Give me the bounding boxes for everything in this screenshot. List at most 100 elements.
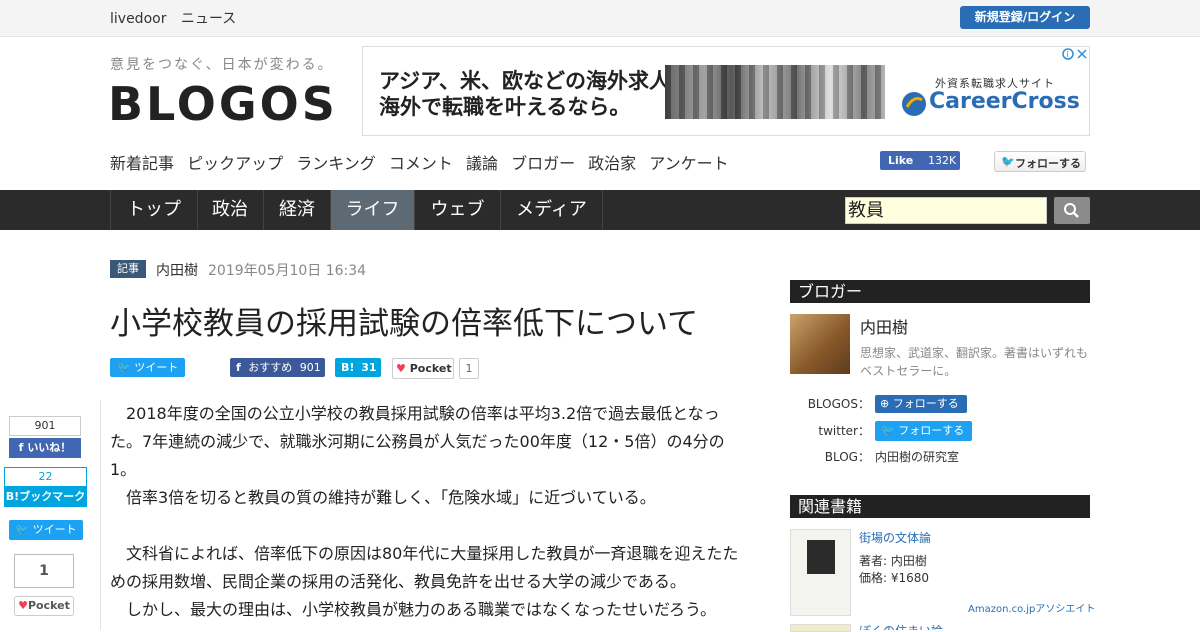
facebook-like-button[interactable]: Like 132K [880, 151, 960, 170]
book-title[interactable]: 街場の文体論 [859, 529, 931, 546]
pocket-button[interactable]: ♥ Pocket [392, 358, 454, 379]
site-logo[interactable]: BLOGOS [108, 76, 338, 132]
book-cover-image [807, 540, 835, 574]
float-facebook-like[interactable]: 901 f いいね！ [9, 416, 81, 458]
amazon-associate-link[interactable]: Amazon.co.jpアソシエイト [968, 600, 1095, 615]
plus-icon: ⊕ [880, 397, 890, 410]
book-price: 価格: ¥1680 [859, 571, 930, 585]
svg-text:i: i [1067, 50, 1069, 59]
related-books-heading: 関連書籍 [790, 495, 1090, 518]
blogos-follow-label: フォローする [892, 397, 959, 410]
fb-like-label: Like [888, 154, 914, 167]
float-hatena-bookmark[interactable]: 22 B!ブックマーク [4, 467, 87, 507]
twitter-label: twitter： [818, 424, 870, 438]
book-author: 著者: 内田樹 [859, 554, 927, 568]
book-cover[interactable] [790, 624, 851, 632]
fb-recommend-count: 901 [299, 361, 321, 374]
twitter-bird-icon: 🐦 [881, 424, 895, 437]
float-hatena-count: 22 [4, 467, 87, 487]
twitter-follow-button[interactable]: 🐦 フォローする [994, 151, 1086, 172]
divider [100, 400, 101, 630]
facebook-icon: f [18, 441, 24, 454]
paragraph: 2018年度の全国の公立小学校の教員採用試験の倍率は平均3.2倍で過去最低となっ… [110, 404, 725, 479]
blog-label: BLOG： [824, 450, 870, 464]
blogos-label: BLOGOS： [807, 397, 870, 411]
float-fb-like-label: いいね！ [27, 441, 72, 454]
nav-politicians[interactable]: 政治家 [588, 154, 636, 173]
article-date: 2019年05月10日 16:34 [208, 263, 367, 279]
tweet-label: ツイート [134, 361, 179, 374]
site-tagline: 意見をつなぐ、日本が変わる。 [110, 57, 334, 73]
careercross-logo-icon [902, 92, 926, 116]
nav-pickup[interactable]: ピックアップ [187, 154, 283, 173]
article-type-badge: 記事 [110, 260, 146, 278]
tab-media[interactable]: メディア [501, 190, 603, 230]
ad-banner[interactable]: アジア、米、欧などの海外求人。 海外で転職を叶えるなら。 外資系転職求人サイト … [362, 46, 1090, 136]
float-pocket[interactable]: 1 ♥Pocket [14, 554, 74, 616]
hatena-count: 31 [361, 361, 377, 374]
nav-new-articles[interactable]: 新着記事 [110, 154, 174, 173]
search-icon [1064, 203, 1079, 218]
float-fb-like-button[interactable]: f いいね！ [9, 438, 81, 458]
ad-photo [665, 65, 885, 119]
adchoices-icon[interactable]: i [1061, 47, 1089, 61]
nav-discussion[interactable]: 議論 [466, 154, 498, 173]
float-hatena-button[interactable]: B!ブックマーク [4, 487, 87, 507]
top-bar: livedoor ニュース 新規登録/ログイン [0, 0, 1200, 37]
hatena-bookmark-button[interactable]: B! 31 [335, 358, 381, 377]
blogger-heading: ブロガー [790, 280, 1090, 303]
twitter-bird-icon: 🐦 [15, 523, 30, 536]
ad-brand: CareerCross [929, 89, 1080, 114]
nav-survey[interactable]: アンケート [649, 154, 728, 173]
hatena-icon: B! [5, 490, 20, 503]
pocket-count: 1 [459, 358, 479, 379]
paragraph: しかし、最大の理由は、小学校教員が魅力のある職業ではなくなったせいだろう。 [110, 600, 717, 619]
tab-top[interactable]: トップ [110, 190, 198, 230]
float-hatena-label: ブックマーク [19, 490, 86, 503]
search-input[interactable]: 教員 [845, 197, 1047, 224]
nav-ranking[interactable]: ランキング [296, 154, 376, 173]
fb-like-count: 132K [928, 154, 957, 167]
main-nav: 新着記事 ピックアップ ランキング コメント 議論 ブロガー 政治家 アンケート [110, 150, 737, 174]
facebook-recommend-button[interactable]: f おすすめ 901 [230, 358, 325, 377]
tab-politics[interactable]: 政治 [197, 190, 264, 230]
twitter-bird-icon: 🐦 [117, 361, 131, 374]
float-fb-count: 901 [9, 416, 81, 436]
sidebar-twitter-follow-button[interactable]: 🐦 フォローする [875, 421, 972, 441]
blogger-name[interactable]: 内田樹 [860, 314, 908, 338]
float-pocket-label: Pocket [27, 599, 70, 612]
blogos-follow-button[interactable]: ⊕ フォローする [875, 395, 967, 413]
pocket-icon: ♥ [18, 599, 28, 612]
article-title: 小学校教員の採用試験の倍率低下について [110, 306, 699, 342]
nav-comments[interactable]: コメント [389, 154, 453, 173]
hatena-icon: B! [341, 361, 355, 374]
register-login-button[interactable]: 新規登録/ログイン [960, 6, 1090, 29]
article-author[interactable]: 内田樹 [156, 260, 198, 280]
paragraph: 文科省によれば、倍率低下の原因は80年代に大量採用した教員が一斉退職を迎えたため… [110, 544, 739, 591]
search-button[interactable] [1054, 197, 1090, 224]
blog-link[interactable]: 内田樹の研究室 [875, 448, 959, 465]
blogger-description: 思想家、武道家、翻訳家。著書はいずれもベストセラーに。 [860, 346, 1089, 378]
nav-bloggers[interactable]: ブロガー [511, 154, 575, 173]
fb-recommend-label: おすすめ [248, 361, 293, 374]
tab-economy[interactable]: 経済 [264, 190, 331, 230]
livedoor-logo[interactable]: livedoor [110, 11, 166, 27]
tweet-button[interactable]: 🐦 ツイート [110, 358, 185, 377]
paragraph [110, 512, 750, 540]
tab-life[interactable]: ライフ [331, 190, 415, 230]
tab-web[interactable]: ウェブ [415, 190, 501, 230]
ad-line-2: 海外で転職を叶えるなら。 [379, 95, 631, 119]
float-tweet-button[interactable]: 🐦 ツイート [9, 520, 83, 540]
article-body: 2018年度の全国の公立小学校の教員採用試験の倍率は平均3.2倍で過去最低となっ… [110, 400, 750, 624]
facebook-icon: f [236, 361, 241, 374]
twitter-follow-label: フォローする [1015, 157, 1081, 170]
float-tweet-label: ツイート [32, 523, 77, 536]
pocket-label: Pocket [409, 362, 452, 375]
news-link[interactable]: ニュース [181, 11, 236, 27]
float-pocket-button[interactable]: ♥Pocket [14, 596, 74, 616]
sidebar-twitter-follow-label: フォローする [898, 424, 965, 437]
livedoor-brand[interactable]: livedoor ニュース [110, 8, 246, 28]
book-title[interactable]: ぼくの住まい論 [859, 622, 943, 630]
book-cover[interactable] [790, 529, 851, 616]
blogger-avatar[interactable] [790, 314, 850, 374]
